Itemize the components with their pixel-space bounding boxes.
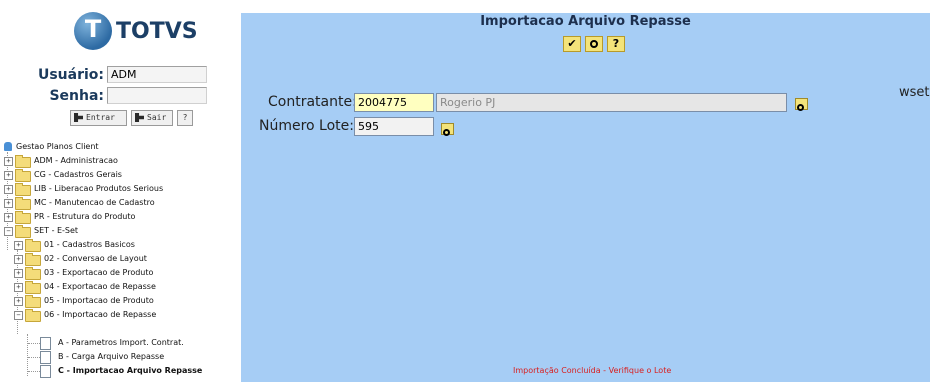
tree-item-label: ADM - Administracao — [34, 156, 118, 165]
folder-icon — [25, 253, 41, 266]
tree-item-label: C - Importacao Arquivo Repasse — [58, 366, 203, 375]
expand-icon[interactable]: + — [4, 213, 13, 222]
folder-icon — [15, 211, 31, 224]
tree-item-label: MC - Manutencao de Cadastro — [34, 198, 155, 207]
expand-icon[interactable]: + — [14, 241, 23, 250]
open-folder-icon — [15, 225, 31, 238]
folder-icon — [15, 183, 31, 196]
lookup-icon — [797, 104, 804, 111]
program-version: wset0015.w - 7.01.00 — [899, 85, 930, 100]
totvs-logo: T TOTVS — [74, 12, 198, 52]
document-icon — [40, 337, 51, 350]
lookup-icon — [443, 129, 450, 136]
expand-icon[interactable]: + — [4, 157, 13, 166]
tree-item-label: LIB - Liberacao Produtos Serious — [34, 184, 164, 193]
contratante-name-field: Rogerio PJ — [436, 93, 787, 112]
status-message: Importação Concluída - Verifique o Lote — [513, 366, 672, 375]
folder-icon — [25, 281, 41, 294]
expand-icon[interactable]: + — [4, 199, 13, 208]
folder-icon — [25, 295, 41, 308]
folder-icon — [15, 155, 31, 168]
logo-mark: T — [84, 15, 102, 43]
tree-item-label: 05 - Importacao de Produto — [44, 296, 154, 305]
expand-icon[interactable]: + — [14, 297, 23, 306]
exit-arrow-icon — [135, 113, 144, 122]
tree-item-label: SET - E-Set — [34, 226, 79, 235]
usuario-input[interactable]: ADM — [107, 66, 207, 83]
contratante-label: Contratante: — [268, 94, 357, 110]
search-icon — [590, 40, 598, 48]
tree-item-label: CG - Cadastros Gerais — [34, 170, 122, 179]
folder-icon — [15, 197, 31, 210]
logo-text: TOTVS — [116, 19, 198, 44]
search-button[interactable] — [585, 36, 603, 52]
document-icon — [40, 351, 51, 364]
tree-item-label: 04 - Exportacao de Repasse — [44, 282, 156, 291]
contratante-code-input[interactable]: 2004775 — [354, 93, 434, 112]
entrar-label: Entrar — [86, 113, 115, 122]
folder-icon — [15, 169, 31, 182]
sair-label: Sair — [147, 113, 167, 122]
main-panel: Importacao Arquivo Repasse ✔ ? wset0015.… — [241, 13, 930, 382]
tree-item-label: 06 - Importacao de Repasse — [44, 310, 157, 319]
collapse-icon[interactable]: − — [4, 227, 13, 236]
document-icon — [40, 365, 51, 378]
expand-icon[interactable]: + — [14, 255, 23, 264]
open-folder-icon — [25, 309, 41, 322]
expand-icon[interactable]: + — [4, 185, 13, 194]
help-button-main[interactable]: ? — [607, 36, 625, 52]
contratante-lookup-button[interactable] — [795, 98, 808, 111]
collapse-icon[interactable]: − — [14, 311, 23, 320]
left-panel: T TOTVS Usuário: ADM Senha: Entrar Sair … — [0, 0, 240, 382]
tree-item-label: A - Parametros Import. Contrat. — [58, 338, 184, 347]
tree-item-label: B - Carga Arquivo Repasse — [58, 352, 165, 361]
tree-item-label: 03 - Exportacao de Produto — [44, 268, 154, 277]
lote-input[interactable]: 595 — [354, 117, 434, 136]
confirm-button[interactable]: ✔ — [563, 36, 581, 52]
page-title: Importacao Arquivo Repasse — [480, 14, 691, 29]
tree-item-label: PR - Estrutura do Produto — [34, 212, 136, 221]
folder-icon — [25, 239, 41, 252]
senha-input[interactable] — [107, 87, 207, 104]
sair-button[interactable]: Sair — [131, 110, 173, 126]
expand-icon[interactable]: + — [14, 283, 23, 292]
entrar-button[interactable]: Entrar — [70, 110, 127, 126]
login-arrow-icon — [74, 113, 83, 122]
expand-icon[interactable]: + — [14, 269, 23, 278]
help-button[interactable]: ? — [177, 110, 193, 126]
senha-label: Senha: — [49, 88, 104, 104]
tree-item-label: 01 - Cadastros Basicos — [44, 240, 135, 249]
expand-icon[interactable]: + — [4, 171, 13, 180]
lote-label: Número Lote: — [259, 118, 354, 134]
lote-lookup-button[interactable] — [441, 123, 454, 136]
client-icon — [4, 142, 12, 151]
folder-icon — [25, 267, 41, 280]
tree-item-label: 02 - Conversao de Layout — [44, 254, 147, 263]
tree-root-label: Gestao Planos Client — [16, 142, 99, 151]
usuario-label: Usuário: — [37, 67, 104, 83]
